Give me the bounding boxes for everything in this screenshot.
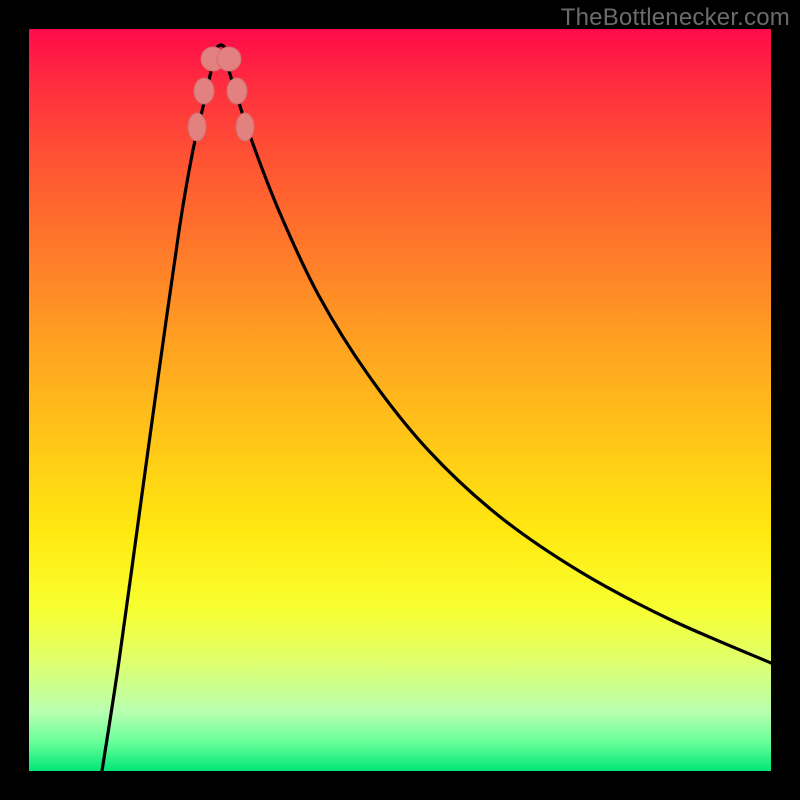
- data-markers: [188, 47, 254, 141]
- watermark-text: TheBottlenecker.com: [561, 4, 790, 32]
- marker-right-mid: [227, 78, 247, 104]
- marker-left-mid: [194, 78, 214, 104]
- curve-left-branch: [102, 71, 211, 771]
- chart-svg: [29, 29, 771, 771]
- chart-plot-area: [29, 29, 771, 771]
- marker-right-lower: [217, 47, 241, 71]
- marker-right-upper: [236, 113, 254, 141]
- curve-right-branch: [229, 71, 771, 663]
- marker-left-upper: [188, 113, 206, 141]
